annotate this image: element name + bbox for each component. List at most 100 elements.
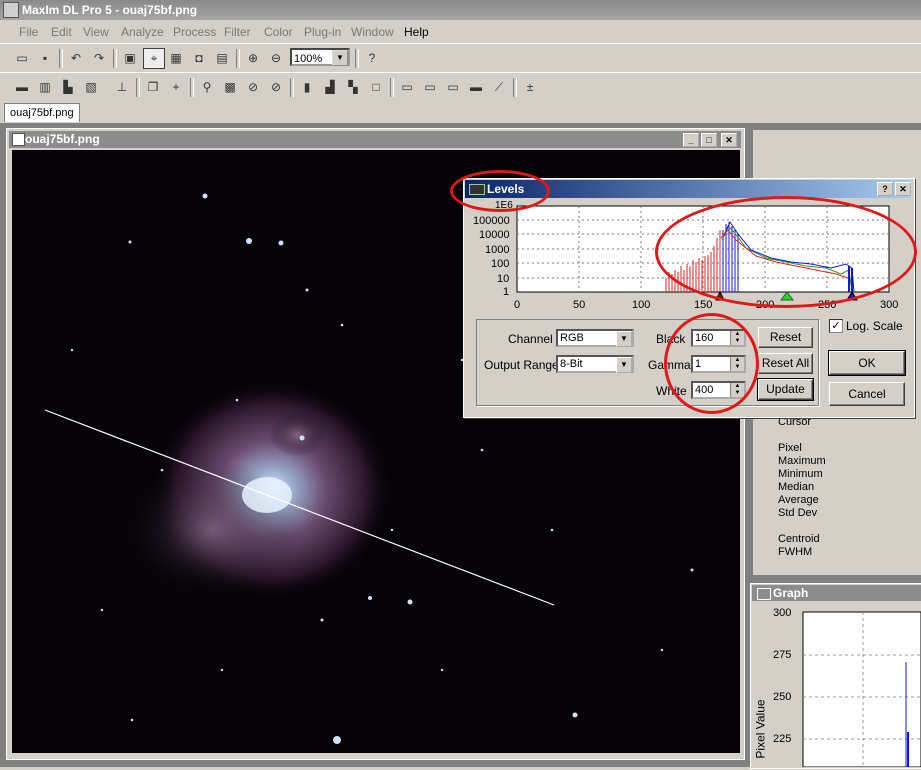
output-range-select[interactable]: 8-Bit ▼ (556, 355, 634, 373)
ruler-icon[interactable]: ▬ (12, 78, 32, 96)
toolbar-separator (59, 49, 63, 68)
channel-value: RGB (560, 332, 584, 344)
log-scale-checkbox[interactable]: ✓ (829, 319, 843, 333)
plus-minus-icon[interactable]: ± (520, 78, 540, 96)
histogram-x-tick: 100 (632, 299, 651, 311)
crosshair-icon[interactable]: ⌖ (143, 48, 165, 69)
toolbar-separator (190, 78, 194, 97)
context-help-icon[interactable]: ? (362, 49, 382, 67)
channel-select[interactable]: RGB ▼ (556, 329, 634, 347)
cancel-button[interactable]: Cancel (829, 382, 905, 406)
minimize-icon[interactable]: _ (683, 133, 699, 147)
menu-process[interactable]: Process (173, 25, 216, 39)
graph-plot: 300 275 250 225 Pixel Value (753, 602, 921, 768)
window-icon[interactable]: ▭ (397, 78, 417, 96)
brush-icon[interactable]: ⚲ (197, 78, 217, 96)
toolbar-separator (113, 49, 117, 68)
graph-window-title-bar[interactable]: Graph (752, 585, 921, 601)
histogram-x-tick: 300 (880, 299, 899, 311)
toolbar-separator (355, 49, 359, 68)
output-range-label: Output Range (484, 358, 559, 372)
menu-help[interactable]: Help (404, 25, 429, 39)
open-icon[interactable]: ▭ (12, 49, 32, 67)
square-icon[interactable]: □ (366, 78, 386, 96)
graph-y-tick: 300 (773, 607, 792, 619)
curve-icon[interactable]: ⟋ (489, 78, 509, 96)
histogram-y-tick: 100 (491, 258, 510, 270)
close-icon[interactable]: ✕ (895, 182, 911, 196)
graph-icon (757, 588, 771, 600)
menu-view[interactable]: View (83, 25, 109, 39)
save-icon[interactable]: ▪ (35, 49, 55, 67)
histogram-y-tick: 1 (503, 286, 510, 298)
steps-2-icon[interactable]: ▚ (343, 78, 363, 96)
redo-icon[interactable]: ↷ (89, 49, 109, 67)
graph-title: Graph (773, 586, 809, 600)
grid-icon[interactable]: ▩ (220, 78, 240, 96)
ok-button[interactable]: OK (828, 350, 906, 376)
reset-button[interactable]: Reset (758, 327, 813, 348)
undo-icon[interactable]: ↶ (66, 49, 86, 67)
toolbar-separator (513, 78, 517, 97)
flashlight-icon[interactable]: ◘ (189, 49, 209, 67)
toolbar-separator (236, 49, 240, 68)
calibrate-icon[interactable]: ▙ (58, 78, 78, 96)
app-icon[interactable] (3, 2, 19, 18)
bar-icon[interactable]: ▬ (466, 78, 486, 96)
graph-y-tick: 250 (773, 691, 792, 703)
histogram-x-tick: 50 (573, 299, 586, 311)
info-label: Std Dev (778, 507, 818, 519)
steps-icon[interactable]: ▟ (320, 78, 340, 96)
main-toolbar: ▭ ▪ ↶ ↷ ▣ ⌖ ▦ ◘ ▤ ⊕ ⊖ 100% ▼ ? (0, 43, 921, 74)
info-label: Centroid (778, 533, 820, 545)
map-icon[interactable]: ▧ (81, 78, 101, 96)
window-2-icon[interactable]: ▭ (420, 78, 440, 96)
bin-icon[interactable]: ▦ (166, 49, 186, 67)
chevron-down-icon[interactable]: ▼ (616, 357, 632, 373)
histogram-y-tick: 100000 (473, 215, 510, 227)
info-label: Pixel (778, 442, 802, 454)
menu-color[interactable]: Color (264, 25, 293, 39)
image-window-title-bar[interactable]: ouaj75bf.png _ □ ✕ (9, 131, 741, 148)
close-icon[interactable]: ✕ (721, 133, 737, 147)
document-tab-bar: ouaj75bf.png (0, 101, 921, 124)
menu-edit[interactable]: Edit (51, 25, 72, 39)
zoom-select[interactable]: 100% ▼ (290, 48, 350, 66)
copy-icon[interactable]: ❐ (143, 78, 163, 96)
window-3-icon[interactable]: ▭ (443, 78, 463, 96)
no-symbol-2-icon[interactable]: ⊘ (266, 78, 286, 96)
output-range-value: 8-Bit (560, 358, 583, 370)
info-label: Median (778, 481, 815, 493)
screen-icon[interactable]: ▤ (212, 49, 232, 67)
zoom-value: 100% (294, 53, 323, 65)
histogram-x-tick: 150 (694, 299, 713, 311)
tab-document[interactable]: ouaj75bf.png (4, 103, 80, 122)
menu-plug-in[interactable]: Plug-in (304, 25, 341, 39)
stack-icon[interactable]: ▥ (35, 78, 55, 96)
plus-icon[interactable]: + (166, 78, 186, 96)
bar-chart-icon[interactable]: ▮ (297, 78, 317, 96)
zoom-out-icon[interactable]: ⊖ (266, 49, 286, 67)
histogram-y-tick: 1000 (485, 244, 510, 256)
menu-analyze[interactable]: Analyze (121, 25, 164, 39)
help-icon[interactable]: ? (877, 182, 893, 196)
menu-bar: File Edit View Analyze Process Filter Co… (0, 20, 921, 42)
chevron-down-icon[interactable]: ▼ (332, 50, 348, 66)
menu-filter[interactable]: Filter (224, 25, 251, 39)
image-icon[interactable]: ▣ (120, 49, 140, 67)
info-label: FWHM (778, 546, 813, 558)
menu-file[interactable]: File (19, 25, 38, 39)
no-symbol-icon[interactable]: ⊘ (243, 78, 263, 96)
zoom-in-icon[interactable]: ⊕ (243, 49, 263, 67)
info-label: Maximum (778, 455, 826, 467)
graph-y-tick: 275 (773, 649, 792, 661)
menu-window[interactable]: Window (351, 25, 394, 39)
reset-all-button[interactable]: Reset All (758, 353, 813, 374)
maximize-icon[interactable]: □ (701, 133, 717, 147)
update-button[interactable]: Update (757, 378, 814, 401)
scale-icon[interactable]: ⊥ (112, 78, 132, 96)
toolbar-separator (136, 78, 140, 97)
chevron-down-icon[interactable]: ▼ (616, 331, 632, 347)
toolbar-separator (290, 78, 294, 97)
app-title-bar: MaxIm DL Pro 5 - ouaj75bf.png (0, 0, 921, 20)
